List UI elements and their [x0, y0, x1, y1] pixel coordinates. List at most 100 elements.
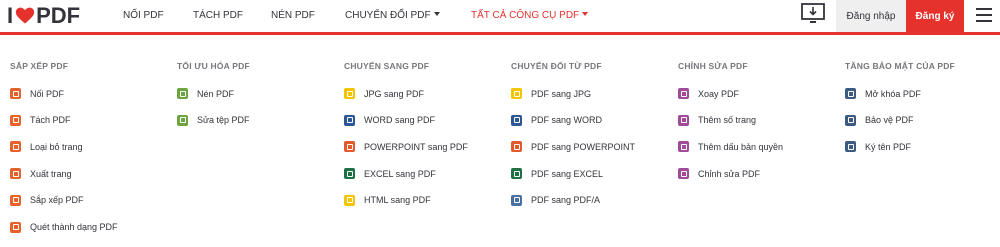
tool-link[interactable]: Thêm số trang	[678, 114, 756, 126]
tool-link[interactable]: PDF sang EXCEL	[511, 168, 604, 180]
excel-icon	[344, 168, 355, 180]
tool-link[interactable]: Chỉnh sửa PDF	[678, 168, 761, 180]
tool-label: Thêm dấu bản quyền	[698, 141, 784, 152]
tool-link[interactable]: PDF sang POWERPOINT	[511, 141, 636, 153]
header-accent-line	[0, 32, 1000, 35]
tool-link[interactable]: Nối PDF	[10, 88, 64, 99]
tool-label: Nén PDF	[197, 88, 235, 99]
tool-label: Sắp xếp PDF	[30, 195, 84, 206]
tool-label: Tách PDF	[30, 115, 71, 126]
repair-icon	[177, 114, 188, 126]
split-icon	[10, 114, 21, 126]
chevron-down-icon	[433, 12, 440, 16]
login-button[interactable]: Đăng nhập	[836, 0, 906, 32]
word-icon	[344, 114, 355, 126]
column-title: TĂNG BẢO MẬT CỦA PDF	[845, 61, 955, 71]
hamburger-menu-icon[interactable]	[976, 8, 992, 22]
tool-label: WORD sang PDF	[364, 115, 436, 126]
extract-pages-icon	[10, 168, 21, 180]
menu-column: SẮP XẾP PDF Nối PDF Tách PDF Loại bỏ trang X…	[10, 61, 118, 233]
tool-label: POWERPOINT sang PDF	[364, 141, 468, 152]
powerpoint-icon	[344, 141, 355, 153]
desktop-download-icon[interactable]	[800, 2, 826, 26]
tool-label: Quét thành dạng PDF	[30, 222, 118, 232]
tool-label: Xuất trang	[30, 168, 72, 179]
html-icon	[344, 194, 355, 206]
tool-link[interactable]: POWERPOINT sang PDF	[344, 141, 468, 153]
scan-icon	[10, 221, 21, 233]
tool-link[interactable]: Tách PDF	[10, 114, 71, 126]
tool-link[interactable]: EXCEL sang PDF	[344, 168, 436, 180]
tool-label: Chỉnh sửa PDF	[698, 168, 761, 179]
tool-link[interactable]: PDF sang JPG	[511, 88, 591, 99]
watermark-icon	[678, 141, 689, 153]
tool-label: Loại bỏ trang	[30, 141, 83, 152]
unlock-icon	[845, 88, 856, 99]
tool-link[interactable]: Sắp xếp PDF	[10, 194, 84, 206]
tool-label: PDF sang EXCEL	[531, 168, 604, 179]
tool-link[interactable]: Sửa tệp PDF	[177, 114, 250, 126]
tool-label: Sửa tệp PDF	[197, 115, 250, 126]
nav-compress-pdf[interactable]: NÉN PDF	[271, 10, 315, 21]
tool-link[interactable]: Nén PDF	[177, 88, 234, 99]
nav-merge-pdf[interactable]: NỐI PDF	[123, 10, 164, 21]
pdf-word-icon	[511, 114, 522, 126]
tool-link[interactable]: Loại bỏ trang	[10, 141, 83, 153]
tool-link[interactable]: Thêm dấu bản quyền	[678, 141, 784, 153]
edit-icon	[678, 168, 689, 180]
organize-icon	[10, 194, 21, 206]
tool-link[interactable]: Ký tên PDF	[845, 141, 912, 153]
nav-convert-label: CHUYỂN ĐỔI PDF	[345, 10, 431, 21]
tool-link[interactable]: Xoay PDF	[678, 88, 739, 99]
column-title: CHỈNH SỬA PDF	[678, 61, 748, 71]
nav-all-tools[interactable]: TẤT CẢ CÔNG CỤ PDF	[471, 10, 589, 21]
tool-label: PDF sang WORD	[531, 115, 603, 126]
tool-link[interactable]: Bảo vệ PDF	[845, 114, 914, 126]
tool-link[interactable]: WORD sang PDF	[344, 114, 436, 126]
merge-icon	[10, 88, 21, 99]
logo-letter-i: I	[7, 3, 14, 28]
tool-link[interactable]: PDF sang WORD	[511, 114, 603, 126]
page-numbers-icon	[678, 114, 689, 126]
menu-column: TĂNG BẢO MẬT CỦA PDF Mở khóa PDF Bảo vệ PD…	[845, 61, 955, 153]
tool-label: PDF sang PDF/A	[531, 195, 601, 206]
column-title: TỐI ƯU HÓA PDF	[177, 61, 250, 71]
column-title: SẮP XẾP PDF	[10, 61, 69, 71]
logo-text-pdf: PDF	[36, 3, 81, 28]
nav-all-tools-label: TẤT CẢ CÔNG CỤ PDF	[471, 10, 580, 21]
tool-label: Xoay PDF	[698, 88, 740, 99]
pdfa-icon	[511, 194, 522, 206]
ilovepdf-logo[interactable]: I PDF	[7, 3, 81, 28]
column-title: CHUYỂN SANG PDF	[344, 61, 430, 71]
nav-split-pdf[interactable]: TÁCH PDF	[193, 10, 243, 21]
tool-label: Mở khóa PDF	[865, 88, 921, 99]
sign-icon	[845, 141, 856, 153]
nav-convert-pdf[interactable]: CHUYỂN ĐỔI PDF	[345, 10, 440, 21]
jpg-icon	[344, 88, 355, 99]
tool-link[interactable]: PDF sang PDF/A	[511, 194, 601, 206]
compress-icon	[177, 88, 188, 99]
menu-column: CHUYỂN SANG PDF JPG sang PDF WORD sang PDF…	[344, 61, 468, 206]
tool-link[interactable]: Quét thành dạng PDF	[10, 221, 118, 233]
signup-button[interactable]: Đăng ký	[906, 0, 964, 32]
tool-label: HTML sang PDF	[364, 195, 431, 206]
tool-link[interactable]: JPG sang PDF	[344, 88, 424, 99]
heart-icon	[15, 7, 35, 24]
column-title: CHUYỂN ĐỔI TỪ PDF	[511, 61, 602, 71]
top-navbar: I PDF NỐI PDF TÁCH PDF NÉN PDF CHUYỂN ĐỔ…	[0, 0, 1000, 32]
menu-column: CHỈNH SỬA PDF Xoay PDF Thêm số trang Thêm d…	[678, 61, 783, 180]
tool-link[interactable]: HTML sang PDF	[344, 194, 431, 206]
tool-label: Nối PDF	[30, 88, 65, 99]
chevron-down-icon	[582, 12, 589, 16]
tool-label: PDF sang POWERPOINT	[531, 141, 636, 152]
menu-column: CHUYỂN ĐỔI TỪ PDF PDF sang JPG PDF sang WO…	[511, 61, 635, 206]
tool-label: JPG sang PDF	[364, 88, 425, 99]
tool-label: Ký tên PDF	[865, 141, 912, 152]
remove-pages-icon	[10, 141, 21, 153]
pdf-powerpoint-icon	[511, 141, 522, 153]
menu-column: TỐI ƯU HÓA PDF Nén PDF Sửa tệp PDF	[177, 61, 250, 126]
tool-link[interactable]: Mở khóa PDF	[845, 88, 921, 99]
tool-link[interactable]: Xuất trang	[10, 168, 72, 180]
tool-label: EXCEL sang PDF	[364, 168, 436, 179]
pdf-jpg-icon	[511, 88, 522, 99]
